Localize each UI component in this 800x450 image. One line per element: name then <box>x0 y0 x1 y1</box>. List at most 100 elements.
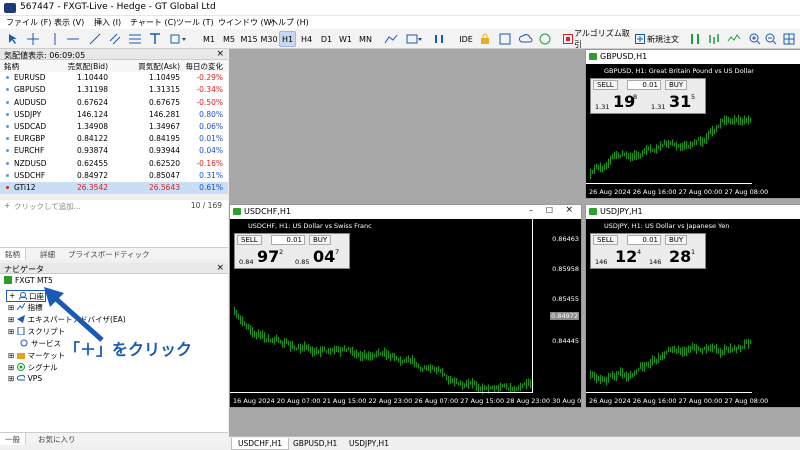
menu-insert[interactable]: 挿入 (I) <box>94 17 121 28</box>
sell-button[interactable]: SELL <box>237 235 262 245</box>
close-icon[interactable]: × <box>216 263 224 273</box>
zoom-in-icon[interactable] <box>748 31 762 47</box>
timeframe-mn[interactable]: MN <box>356 31 375 47</box>
table-row[interactable]: USDJPY 146.124 146.281 0.80% <box>0 109 228 121</box>
expand-plus-icon[interactable]: ⊞ <box>8 303 17 312</box>
timeframe-h4[interactable]: H4 <box>298 31 315 47</box>
ide-button[interactable]: IDE <box>458 31 474 47</box>
sell-button[interactable]: SELL <box>593 235 618 245</box>
menu-file[interactable]: ファイル (F) <box>6 17 51 28</box>
expand-plus-icon[interactable]: ⊞ <box>8 351 17 360</box>
algo-trading-button[interactable]: アルゴリズム取引 <box>574 29 634 49</box>
depth-of-market-icon[interactable] <box>688 31 702 47</box>
timeframe-h1[interactable]: H1 <box>279 31 296 47</box>
text-tool-icon[interactable] <box>148 31 162 47</box>
fibonacci-icon[interactable] <box>128 31 142 47</box>
minimize-icon[interactable]: – <box>529 206 533 215</box>
menu-tools[interactable]: ツール (T) <box>176 17 214 28</box>
tab-ticks[interactable]: ティック <box>120 249 150 260</box>
timeframe-m30[interactable]: M30 <box>259 31 279 47</box>
algo-trading-icon[interactable] <box>562 31 574 47</box>
chart-window-gbpusd[interactable]: GBPUSD,H1 GBPUSD, H1: Great Britain Poun… <box>585 49 800 199</box>
maximize-icon[interactable]: ☐ <box>546 206 553 215</box>
shapes-icon[interactable] <box>168 31 188 47</box>
tree-item-vps[interactable]: ⊞ VPS <box>8 374 42 383</box>
chart-plot[interactable]: USDJPY, H1: US Dollar vs Japanese Yen SE… <box>586 219 800 407</box>
table-row[interactable]: USDCAD 1.34908 1.34967 0.06% <box>0 121 228 133</box>
bar-chart-icon[interactable] <box>706 31 722 47</box>
volume-input[interactable]: 0.01 <box>627 80 661 90</box>
tree-item-market[interactable]: ⊞ マーケット <box>8 350 65 361</box>
chart-window-header[interactable]: GBPUSD,H1 <box>586 50 800 64</box>
cloud-icon[interactable] <box>518 31 534 47</box>
table-row[interactable]: EURCHF 0.93874 0.93944 0.04% <box>0 145 228 157</box>
chart-window-usdjpy[interactable]: USDJPY,H1 USDJPY, H1: US Dollar vs Japan… <box>585 204 800 408</box>
table-row[interactable]: EURGBP 0.84122 0.84195 0.01% <box>0 133 228 145</box>
chart-plot[interactable]: GBPUSD, H1: Great Britain Pound vs US Do… <box>586 64 800 198</box>
volume-input[interactable]: 0.01 <box>627 235 661 245</box>
expand-plus-icon[interactable]: ⊞ <box>8 374 17 383</box>
timeframe-m1[interactable]: M1 <box>200 31 218 47</box>
tab-price-board[interactable]: プライスボード <box>68 249 120 260</box>
timeframe-d1[interactable]: D1 <box>318 31 335 47</box>
menu-view[interactable]: 表示 (V) <box>54 17 84 28</box>
timeframe-w1[interactable]: W1 <box>337 31 354 47</box>
line-chart-icon[interactable] <box>726 31 742 47</box>
header-symbol[interactable]: 銘柄 <box>4 61 19 72</box>
indicators-icon[interactable] <box>382 31 402 47</box>
expand-plus-icon[interactable]: + <box>9 291 15 300</box>
timeframe-m15[interactable]: M15 <box>239 31 259 47</box>
buy-button[interactable]: BUY <box>309 235 332 245</box>
terminal-icon[interactable] <box>498 31 512 47</box>
tab-general[interactable]: 一般 <box>0 433 26 445</box>
zoom-out-icon[interactable] <box>764 31 778 47</box>
lock-icon[interactable] <box>478 31 492 47</box>
tab-favorites[interactable]: お気に入り <box>38 434 76 445</box>
volume-input[interactable]: 0.01 <box>271 235 305 245</box>
chart-window-usdchf[interactable]: USDCHF,H1 – ☐ × USDCHF, H1: US Dollar vs… <box>229 204 582 408</box>
add-symbol-row[interactable]: + クリックして追加... 10 / 169 <box>0 200 228 212</box>
table-row[interactable]: NZDUSD 0.62455 0.62520 -0.16% <box>0 158 228 170</box>
horizontal-line-icon[interactable] <box>66 31 80 47</box>
expand-plus-icon[interactable]: ⊞ <box>8 363 17 372</box>
trendline-icon[interactable] <box>88 31 102 47</box>
chart-window-header[interactable]: USDJPY,H1 <box>586 205 800 219</box>
timeframe-m5[interactable]: M5 <box>220 31 238 47</box>
expand-plus-icon[interactable]: ⊞ <box>8 315 17 324</box>
table-row-selected[interactable]: GTi12 26.3542 26.5643 0.61% <box>0 181 228 195</box>
signal-icon[interactable] <box>538 31 552 47</box>
tab-usdjpy[interactable]: USDJPY,H1 <box>343 438 395 450</box>
buy-button[interactable]: BUY <box>665 80 688 90</box>
header-ask[interactable]: 買気配(Ask) <box>138 61 180 72</box>
menu-chart[interactable]: チャート (C) <box>130 17 176 28</box>
close-icon[interactable]: × <box>565 205 573 215</box>
table-row[interactable]: EURUSD 1.10440 1.10495 -0.29% <box>0 72 228 84</box>
tab-details[interactable]: 詳細 <box>40 249 55 260</box>
channel-icon[interactable] <box>108 31 122 47</box>
menu-help[interactable]: ヘルプ (H) <box>270 17 309 28</box>
table-row[interactable]: AUDUSD 0.67624 0.67675 -0.50% <box>0 97 228 109</box>
tab-symbols[interactable]: 銘柄 <box>0 248 26 260</box>
tab-usdchf[interactable]: USDCHF,H1 <box>231 438 290 450</box>
table-row[interactable]: GBPUSD 1.31198 1.31315 -0.34% <box>0 84 228 96</box>
new-order-button[interactable]: 新規注文 <box>645 31 681 47</box>
expand-plus-icon[interactable]: ⊞ <box>8 327 17 336</box>
menu-window[interactable]: ウインドウ (W) <box>218 17 275 28</box>
close-icon[interactable]: × <box>216 49 224 59</box>
chart-shift-icon[interactable] <box>432 31 446 47</box>
tree-item-signals[interactable]: ⊞ シグナル <box>8 362 58 373</box>
crosshair-icon[interactable] <box>26 31 40 47</box>
chart-plot[interactable]: USDCHF, H1: US Dollar vs Swiss Franc SEL… <box>230 219 581 407</box>
sell-button[interactable]: SELL <box>593 80 618 90</box>
tree-root[interactable]: FXGT MT5 <box>4 276 53 285</box>
vertical-line-icon[interactable] <box>48 31 62 47</box>
chart-window-header[interactable]: USDCHF,H1 – ☐ × <box>230 205 581 219</box>
grid-icon[interactable] <box>782 31 796 47</box>
tree-item-indicators[interactable]: ⊞ 指標 <box>8 302 43 313</box>
cursor-icon[interactable] <box>6 31 20 47</box>
buy-button[interactable]: BUY <box>665 235 688 245</box>
header-change[interactable]: 毎日の変化 <box>186 61 224 72</box>
templates-icon[interactable] <box>404 31 424 47</box>
tab-gbpusd[interactable]: GBPUSD,H1 <box>287 438 343 450</box>
header-bid[interactable]: 売気配(Bid) <box>68 61 108 72</box>
